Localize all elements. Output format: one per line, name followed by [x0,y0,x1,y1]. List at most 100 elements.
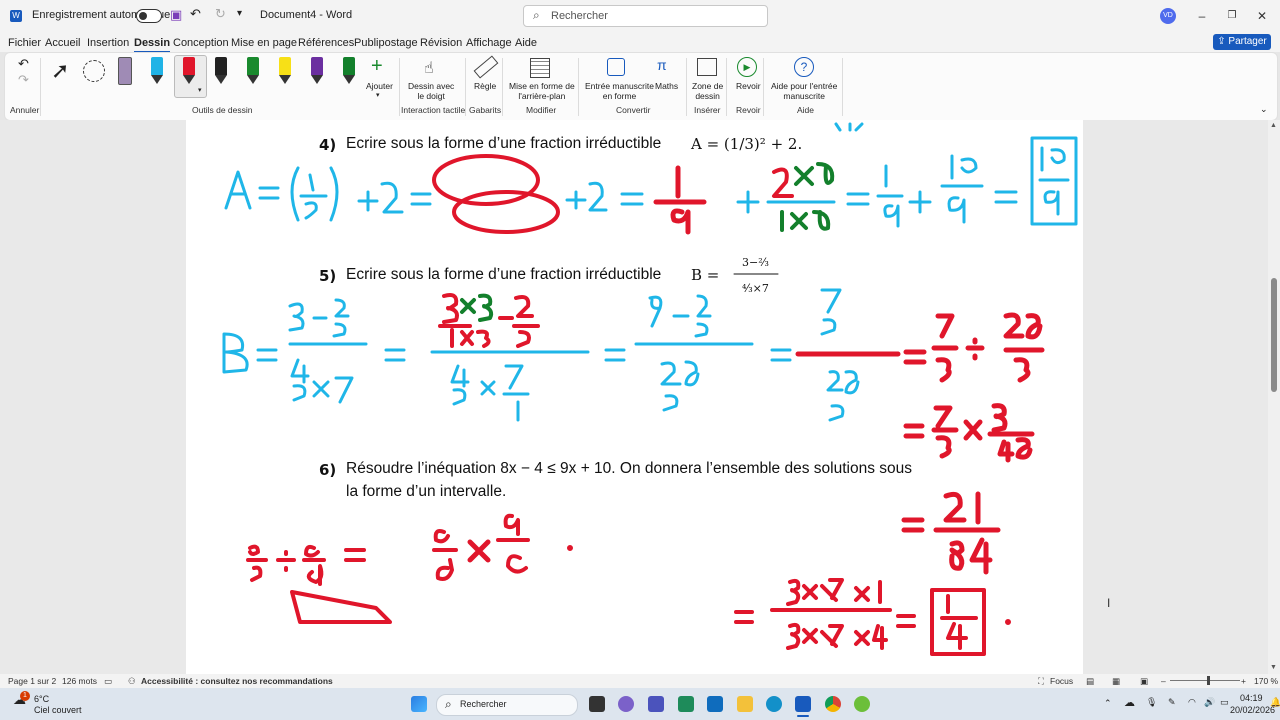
ink-help-label[interactable]: Aide pour l'entrée manuscrite [771,81,837,101]
save-icon[interactable]: ▣ [170,7,182,23]
lasso-icon[interactable] [83,60,105,82]
scroll-down-icon[interactable]: ▼ [1270,664,1277,671]
select-cursor-icon[interactable]: ➚ [51,58,69,84]
zoom-in-icon[interactable]: + [1241,676,1246,686]
taskbar-search[interactable]: ⌕ Rechercher [436,694,578,716]
ribbon-undo-icon[interactable]: ↶ [18,56,29,72]
word-taskbar-icon[interactable] [795,696,811,712]
geogebra-icon[interactable] [854,696,870,712]
ink-stroke [648,294,712,338]
pen-purple-icon[interactable] [311,57,323,85]
ink-to-shape-label[interactable]: Entrée manuscrite en forme [585,81,654,101]
zoom-level[interactable]: 170 % [1254,676,1278,686]
weather-desc[interactable]: Ciel couvert [34,705,82,715]
math-label[interactable]: Maths [655,81,678,91]
pen-red-icon[interactable] [183,57,195,85]
web-layout-icon[interactable]: ▣ [1140,676,1148,687]
tab-insertion[interactable]: Insertion [87,37,129,49]
pen-cyan-icon[interactable] [151,57,163,85]
read-mode-icon[interactable]: ▤ [1086,676,1094,687]
replay-label[interactable]: Revoir [736,81,761,91]
tab-accueil[interactable]: Accueil [45,37,80,49]
battery-icon[interactable]: ▭ [1220,697,1229,708]
customize-qat-icon[interactable]: ▾ [237,8,242,19]
zoom-out-icon[interactable]: – [1161,676,1166,686]
teams-icon[interactable] [618,696,634,712]
ink-to-shape-icon[interactable] [607,58,625,76]
maximize-button[interactable]: ❐ [1222,7,1242,25]
clock-time[interactable]: 04:19 [1240,693,1263,703]
pen-green-icon[interactable] [247,57,259,85]
pen-darkgreen-icon[interactable] [343,57,355,85]
ink-stroke [903,423,925,439]
print-layout-icon[interactable]: ▦ [1112,676,1120,687]
tab-aide[interactable]: Aide [515,37,537,49]
tab-dessin[interactable]: Dessin [134,37,171,53]
search-box[interactable]: ⌕ Rechercher [523,5,768,27]
tab-publipostage[interactable]: Publipostage [354,37,418,49]
ribbon-redo-icon[interactable]: ↷ [18,72,29,88]
onedrive-icon[interactable]: ☁ [1124,696,1135,709]
proofing-icon[interactable]: ▭ [104,676,112,687]
tab-fichier[interactable]: Fichier [8,37,41,49]
ink-stroke [442,293,459,324]
wifi-icon[interactable]: ◠ [1188,697,1196,708]
drawing-canvas-label[interactable]: Zone de dessin [692,81,723,101]
scroll-up-icon[interactable]: ▲ [1270,122,1277,129]
tray-chevron-icon[interactable]: ⌃ [1104,698,1112,709]
file-explorer-icon[interactable] [737,696,753,712]
replay-icon[interactable]: ▶ [737,57,757,77]
pen-tray-icon[interactable]: ✎ [1168,697,1176,708]
scrollbar-thumb[interactable] [1271,278,1277,392]
zoom-slider[interactable] [1170,680,1240,681]
eraser-icon[interactable] [118,57,132,85]
math-icon[interactable]: π [657,57,667,73]
pen-black-icon[interactable] [215,57,227,85]
help-icon[interactable]: ? [794,57,814,77]
ink-stroke [903,349,927,365]
tab-revision[interactable]: Révision [420,37,462,49]
chevron-down-icon[interactable]: ▾ [198,86,202,94]
finger-draw-icon[interactable]: ☝ [424,58,434,78]
zoom-slider-thumb[interactable] [1207,676,1210,685]
chrome-icon[interactable] [825,696,841,712]
start-icon[interactable] [411,696,427,712]
drawing-canvas-icon[interactable] [697,58,717,76]
share-button[interactable]: ⇪ Partager [1213,34,1271,50]
store-icon[interactable] [678,696,694,712]
accessibility-status[interactable]: Accessibilité : consultez nos recommanda… [141,676,333,686]
notification-icon[interactable]: 🔔 [1270,697,1280,708]
add-pen-icon[interactable]: + [371,55,383,78]
tab-references[interactable]: Références [298,37,354,49]
word-app-icon[interactable]: W [10,10,22,22]
undo-icon[interactable]: ↶ [190,6,201,22]
ribbon-collapse-icon[interactable]: ⌄ [1260,104,1268,115]
clock-date[interactable]: 20/02/2026 [1230,705,1275,715]
weather-temp[interactable]: 6°C [34,694,49,704]
volume-icon[interactable]: 🔊 [1204,697,1215,708]
autosave-toggle[interactable] [136,9,162,23]
draw-finger-label[interactable]: Dessin avec le doigt [408,81,454,101]
background-format-label[interactable]: Mise en forme de l'arrière-plan [509,81,575,101]
teams-work-icon[interactable] [648,696,664,712]
highlighter-yellow-icon[interactable] [279,57,291,85]
focus-button[interactable]: Focus [1050,676,1073,686]
close-button[interactable]: ✕ [1252,7,1272,25]
add-chevron-icon[interactable]: ▾ [376,91,380,101]
add-pen-label[interactable]: Ajouter [366,81,393,91]
task-view-icon[interactable] [589,696,605,712]
microphone-icon[interactable]: 🎙 [1146,697,1157,708]
tab-conception[interactable]: Conception [173,37,229,49]
tab-affichage[interactable]: Affichage [466,37,512,49]
minimize-button[interactable]: – [1192,7,1212,25]
edge-icon[interactable] [766,696,782,712]
ruler-label[interactable]: Règle [474,81,496,91]
page-count[interactable]: Page 1 sur 2 [8,676,56,686]
redo-icon[interactable]: ↻ [215,6,226,22]
background-format-icon[interactable] [530,58,550,78]
outlook-icon[interactable] [707,696,723,712]
vertical-scrollbar[interactable] [1268,120,1280,674]
word-count[interactable]: 126 mots [62,676,97,686]
avatar[interactable]: VD [1160,8,1176,24]
tab-mise-en-page[interactable]: Mise en page [231,37,297,49]
